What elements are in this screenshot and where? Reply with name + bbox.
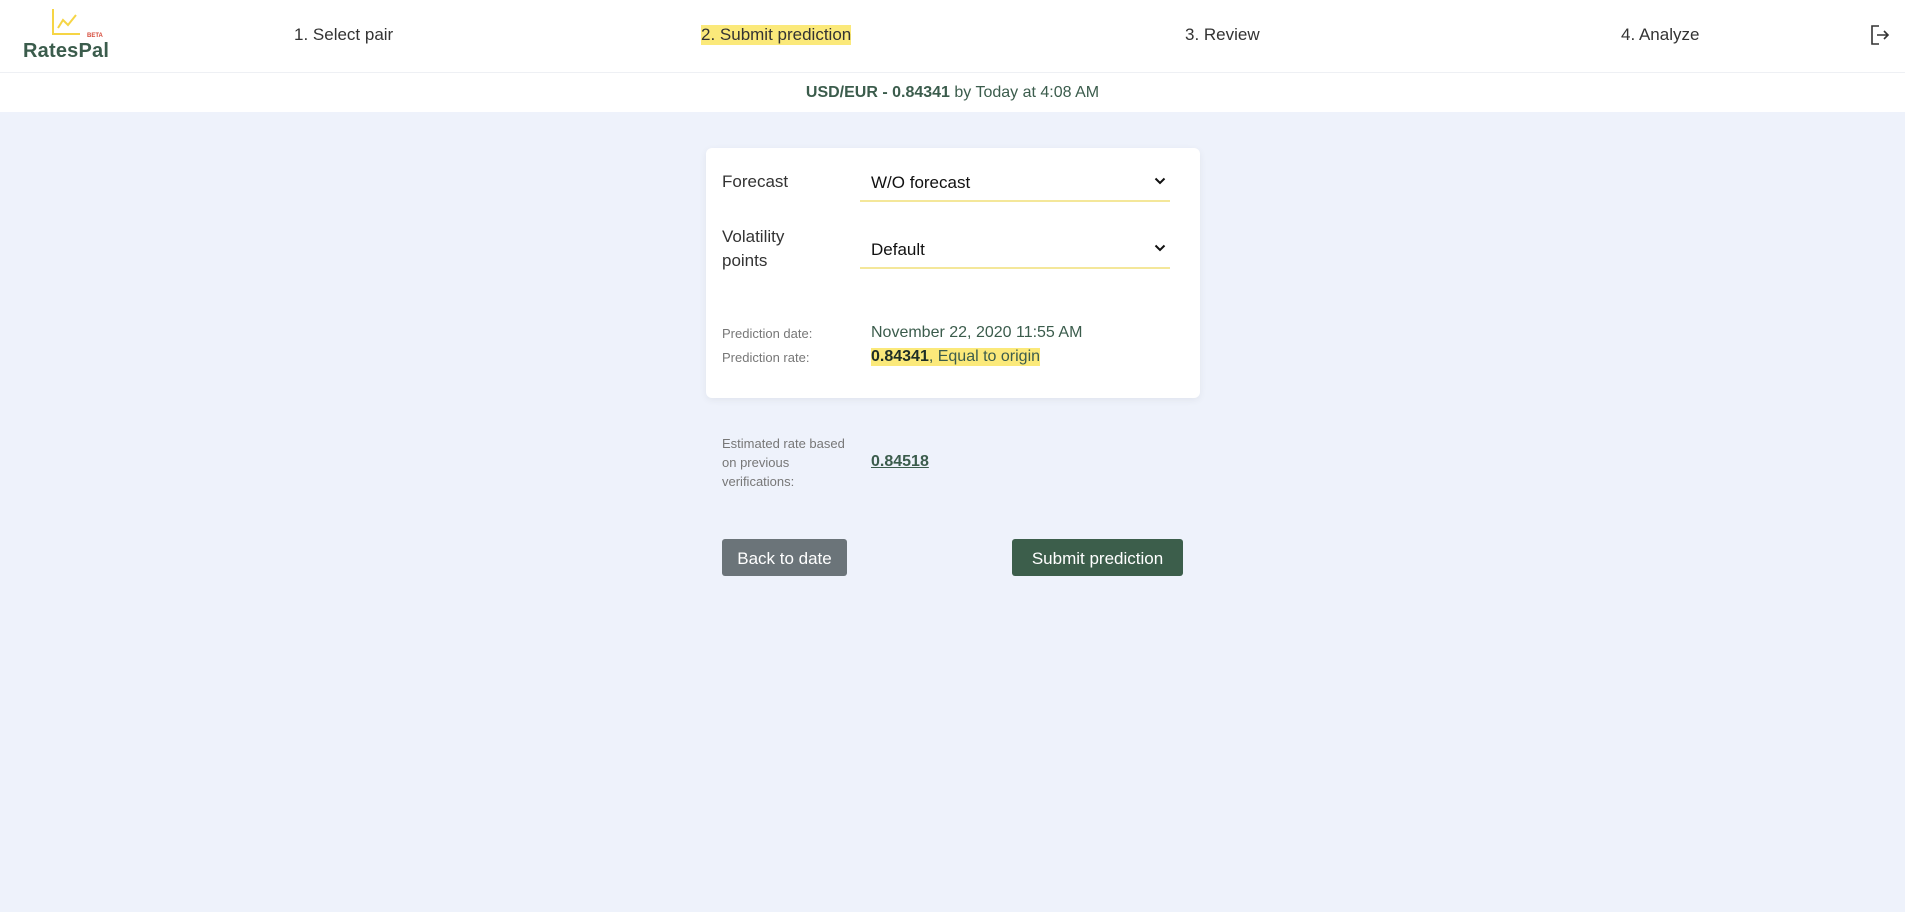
- chevron-down-icon: [1154, 177, 1166, 185]
- chevron-down-icon: [1154, 244, 1166, 252]
- submit-prediction-button[interactable]: Submit prediction: [1012, 539, 1183, 576]
- volatility-select[interactable]: Default: [860, 231, 1170, 269]
- volatility-label-line1: Volatility: [722, 227, 785, 246]
- estimated-rate-label: Estimated rate based on previous verific…: [722, 436, 845, 489]
- forecast-select[interactable]: W/O forecast: [860, 164, 1170, 202]
- forecast-label: Forecast: [722, 172, 789, 191]
- step-submit-prediction[interactable]: 2. Submit prediction: [701, 25, 852, 45]
- rate-timestamp: by Today at 4:08 AM: [949, 84, 1100, 101]
- prediction-date-label: Prediction date:: [722, 326, 813, 341]
- step-select-pair[interactable]: 1. Select pair: [294, 25, 393, 45]
- prediction-rate-note: , Equal to origin: [928, 348, 1041, 365]
- logout-icon[interactable]: [1870, 24, 1890, 51]
- step-review[interactable]: 3. Review: [1185, 25, 1260, 45]
- app-logo[interactable]: RatesPal BETA: [22, 8, 122, 64]
- beta-badge: BETA: [87, 33, 103, 39]
- step-analyze[interactable]: 4. Analyze: [1621, 25, 1699, 45]
- forecast-select-value: W/O forecast: [871, 173, 971, 192]
- prediction-rate-number: 0.84341: [871, 348, 929, 365]
- volatility-label-line2: points: [722, 251, 768, 270]
- prediction-rate-value: 0.84341, Equal to origin: [871, 348, 1041, 366]
- volatility-select-value: Default: [871, 240, 925, 259]
- prediction-form-card: Forecast W/O forecast Volatility points …: [706, 148, 1200, 398]
- estimated-rate-link[interactable]: 0.84518: [871, 453, 929, 471]
- logo-text: RatesPal: [23, 40, 110, 62]
- prediction-date-value: November 22, 2020 11:55 AM: [871, 324, 1083, 341]
- back-to-date-button[interactable]: Back to date: [722, 539, 847, 576]
- current-rate-bar: USD/EUR - 0.84341 by Today at 4:08 AM: [0, 73, 1905, 112]
- top-navigation: RatesPal BETA 1. Select pair 2. Submit p…: [0, 0, 1905, 73]
- prediction-rate-label: Prediction rate:: [722, 350, 810, 365]
- pair-rate: USD/EUR - 0.84341: [805, 84, 950, 101]
- chart-line-icon: [52, 9, 80, 35]
